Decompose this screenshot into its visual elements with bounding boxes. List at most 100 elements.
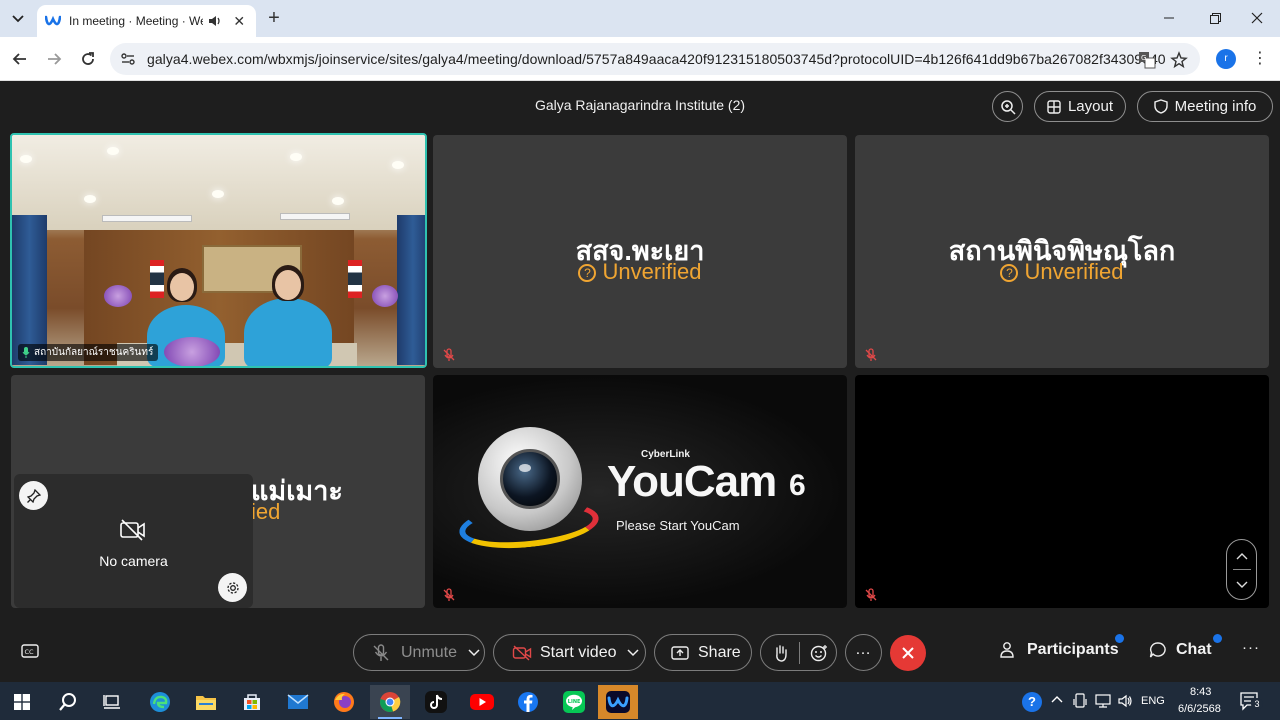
clock-date[interactable]: 6/6/2568 [1178,703,1221,715]
webex-favicon-icon [45,13,61,29]
youtube-icon[interactable] [462,685,502,719]
profile-avatar[interactable]: r [1216,49,1236,69]
help-icon[interactable]: ? [1022,692,1042,712]
reactions-group [760,634,837,671]
browser-menu-icon[interactable]: ⋮ [1250,49,1270,69]
more-menu-icon[interactable]: ··· [1242,639,1260,656]
gear-icon[interactable] [218,573,247,602]
muted-mic-icon [864,348,878,362]
search-icon[interactable] [48,685,88,719]
notification-center-icon[interactable]: 3 [1240,692,1263,717]
webex-app-icon[interactable] [598,685,638,719]
site-info-icon[interactable] [120,51,136,67]
line-app-icon[interactable]: LINE [554,685,594,719]
more-options-button[interactable]: … [845,634,882,671]
edge-browser-icon[interactable] [140,685,180,719]
unmute-label: Unmute [401,643,458,661]
status-text: Unverified [602,259,702,284]
question-circle-icon: ? [578,264,597,282]
status-text: Unverified [1024,259,1124,284]
muted-mic-icon [442,588,456,602]
tab-list-chevron-icon[interactable] [6,7,30,31]
browser-tabbar: In meeting · Meeting · Webex ✕ + [0,0,1280,37]
start-video-button[interactable]: Start video [493,634,646,671]
participants-label: Participants [1027,641,1119,658]
muted-mic-icon [442,348,456,362]
end-call-button[interactable] [890,635,926,671]
browser-tab-webex[interactable]: In meeting · Meeting · Webex ✕ [37,5,256,37]
volume-icon[interactable] [1117,693,1133,714]
start-video-label: Start video [540,643,617,661]
share-label: Share [698,643,741,661]
firefox-icon[interactable] [324,685,364,719]
youcam-subtitle: Please Start YouCam [616,518,740,533]
self-view-panel[interactable]: No camera [14,474,253,608]
unmute-button[interactable]: Unmute [353,634,485,671]
task-view-icon[interactable] [92,685,132,719]
raise-hand-icon[interactable] [773,644,789,662]
bookmark-star-icon[interactable] [1170,51,1188,69]
device-icon[interactable] [1073,693,1087,714]
chevron-down-icon[interactable] [627,648,640,657]
participant-tile[interactable]: สสจ.พะเยา ? Unverified [433,135,847,368]
chevron-down-icon[interactable] [468,648,480,657]
participant-name-label: สถาบันกัลยาณ์ราชนครินทร์ [18,344,159,361]
chat-button[interactable]: Chat [1149,641,1212,659]
meeting-area: Galya Rajanagarindra Institute (2) Layou… [0,81,1280,682]
emoji-reaction-icon[interactable] [810,644,828,662]
file-explorer-icon[interactable] [186,685,226,719]
windows-start-icon[interactable] [2,685,42,719]
svg-text:G: G [1141,54,1146,62]
layout-label: Layout [1067,98,1114,115]
question-circle-icon: ? [1000,264,1019,282]
zoom-in-icon [1000,99,1016,115]
reload-icon[interactable] [76,47,100,71]
webcam-logo-icon [478,427,582,531]
youcam-name: YouCam [607,457,777,506]
microphone-active-icon [22,347,30,358]
chrome-icon[interactable] [370,685,410,719]
address-bar[interactable]: galya4.webex.com/wbxmjs/joinservice/site… [110,43,1200,75]
video-tile-youcam[interactable]: CyberLink YouCam 6 Please Start YouCam [433,375,847,608]
meeting-info-button[interactable]: Meeting info [1137,91,1273,122]
minimize-window-icon[interactable] [1146,0,1192,36]
video-tile-blank[interactable] [855,375,1269,608]
svg-text:CC: CC [25,648,35,656]
participant-tile[interactable]: สถานพินิจพิษณุโลก ? Unverified [855,135,1269,368]
youcam-placeholder: CyberLink YouCam 6 Please Start YouCam [433,375,847,608]
youcam-version: 6 [789,469,806,502]
svg-text:LINE: LINE [568,699,581,705]
tray-expand-icon[interactable] [1051,693,1063,711]
network-icon[interactable] [1095,694,1111,713]
chat-label: Chat [1176,641,1212,658]
audio-playing-icon[interactable] [207,13,223,29]
microsoft-store-icon[interactable] [232,685,272,719]
input-language[interactable]: ENG [1141,695,1165,707]
restore-window-icon[interactable] [1192,0,1238,36]
tab-close-icon[interactable]: ✕ [231,12,248,30]
mic-muted-icon [373,643,389,661]
notification-count: 3 [1251,698,1263,710]
no-camera-text: No camera [99,553,168,569]
muted-mic-icon [864,588,878,602]
back-arrow-icon[interactable] [8,47,32,71]
facebook-icon[interactable] [508,685,548,719]
mail-icon[interactable] [278,685,318,719]
participants-notification-dot [1115,634,1124,643]
forward-arrow-icon[interactable] [42,47,66,71]
zoom-button[interactable] [992,91,1023,122]
share-button[interactable]: Share [654,634,752,671]
scroll-down-icon[interactable] [1227,570,1256,599]
meeting-info-label: Meeting info [1174,98,1257,115]
close-window-icon[interactable] [1234,0,1280,36]
translate-icon[interactable]: G [1138,51,1156,69]
scroll-up-icon[interactable] [1227,541,1256,570]
participants-button[interactable]: Participants [1000,641,1119,659]
tiktok-icon[interactable] [416,685,456,719]
video-tile-host[interactable]: สถาบันกัลยาณ์ราชนครินทร์ [10,133,427,368]
clock-time[interactable]: 8:43 [1190,686,1211,698]
closed-captions-icon[interactable]: CC [21,644,39,663]
layout-button[interactable]: Layout [1034,91,1126,122]
pin-icon[interactable] [19,481,48,510]
new-tab-button[interactable]: + [263,7,285,29]
